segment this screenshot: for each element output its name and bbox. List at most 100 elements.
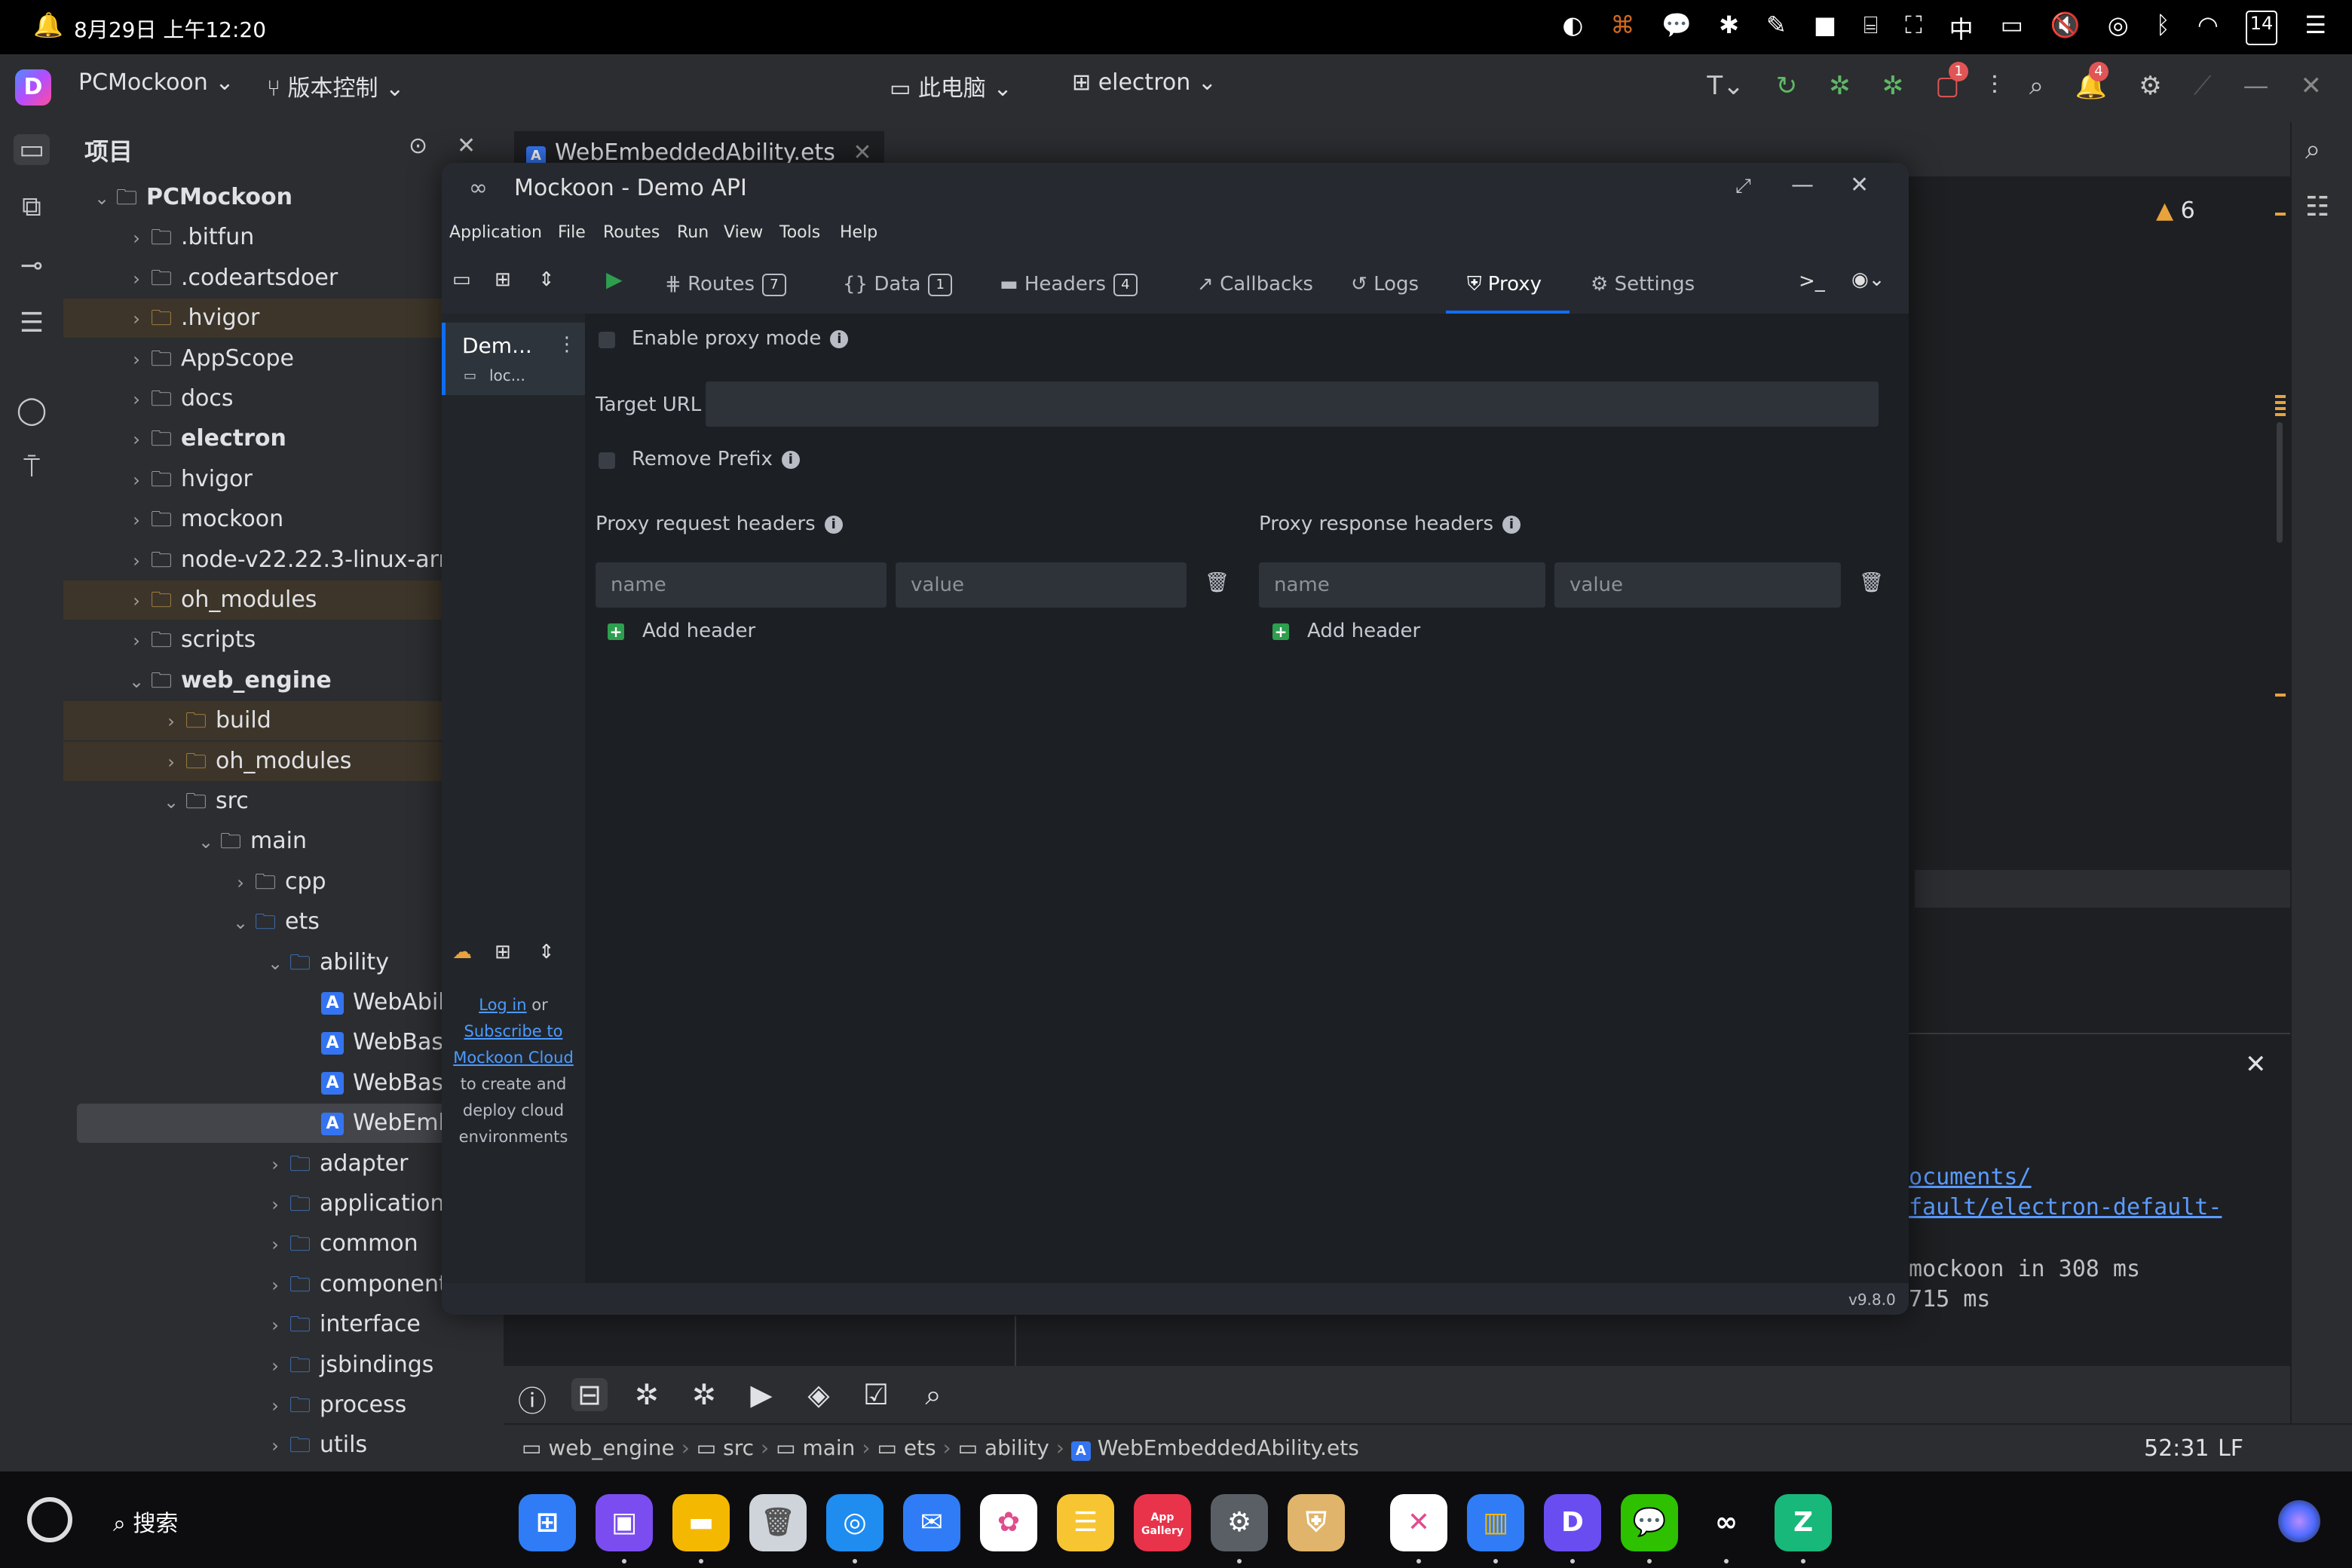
chevron-right-icon[interactable]: › <box>125 259 148 298</box>
nfc-icon[interactable]: ◎ <box>2108 11 2129 45</box>
add-request-header-button[interactable]: + Add header <box>608 620 755 642</box>
deveco-app-icon[interactable]: D <box>1544 1494 1601 1563</box>
settings-app-icon[interactable]: ⚙ <box>1211 1494 1268 1563</box>
breadcrumb-item[interactable]: main <box>802 1435 855 1460</box>
chevron-right-icon[interactable]: › <box>264 1185 286 1223</box>
tree-file-item[interactable]: A WebEmb <box>77 1104 504 1144</box>
minimize-icon[interactable]: — <box>1791 172 1814 198</box>
problems-icon[interactable]: ⓘ <box>514 1378 550 1419</box>
tree-folder-item[interactable]: › 🗀 build <box>63 701 504 741</box>
wifi-icon[interactable]: ◠ <box>2197 11 2219 45</box>
search-icon[interactable]: ⌕ <box>2029 71 2044 101</box>
tree-folder-item[interactable]: ⌄ 🗀 src <box>63 782 504 821</box>
ai-assistant-icon[interactable]: ◯ <box>14 395 50 426</box>
design-app-icon[interactable]: ✕ <box>1390 1494 1447 1563</box>
run-config-selector[interactable]: ⊞ electron ⌄ <box>1072 69 1217 96</box>
tree-folder-item[interactable]: › 🗀 electron <box>63 419 504 458</box>
info-icon[interactable]: i <box>781 450 800 469</box>
chevron-right-icon[interactable]: › <box>125 340 148 378</box>
terminal-prompt-icon[interactable]: >_ <box>1799 270 1825 292</box>
archive-app-icon[interactable]: ▥ <box>1467 1494 1524 1563</box>
profiler-icon[interactable]: ✲ <box>686 1378 722 1411</box>
app-gallery-icon[interactable]: App Gallery <box>1134 1494 1191 1551</box>
control-center-icon[interactable]: ☰ <box>2305 11 2326 45</box>
code-linter-icon[interactable]: ⍑ <box>14 452 50 484</box>
tree-folder-item[interactable]: ⌄ 🗀 web_engine <box>63 661 504 700</box>
chevron-down-icon[interactable]: ⌄ <box>229 903 252 942</box>
maximize-icon[interactable]: ⤢ <box>1735 175 1751 198</box>
project-selector[interactable]: PCMockoon ⌄ <box>78 69 234 96</box>
chevron-right-icon[interactable]: › <box>125 581 148 620</box>
subscribe-link[interactable]: Subscribe to Mockoon Cloud <box>453 1022 574 1067</box>
device-selector[interactable]: ▭ 此电脑 ⌄ <box>890 69 1012 103</box>
multitask-app-icon[interactable]: ▣ <box>596 1494 653 1563</box>
chevron-right-icon[interactable]: › <box>229 863 252 902</box>
tree-folder-item[interactable]: › 🗀 hvigor <box>63 460 504 499</box>
start-server-icon[interactable]: ▶ <box>606 267 623 292</box>
mute-icon[interactable]: 🔇 <box>2050 11 2081 45</box>
tree-folder-item[interactable]: › 🗀 oh_modules <box>63 741 504 781</box>
stop-icon[interactable]: ▢ 1 <box>1935 62 1969 101</box>
terminal-panel[interactable]: ✕ ocuments/ fault/electron-default- mock… <box>1907 1033 2290 1367</box>
chevron-right-icon[interactable]: › <box>125 380 148 418</box>
line-separator[interactable]: LF <box>2218 1435 2243 1462</box>
tree-folder-item[interactable]: › 🗀 AppScope <box>63 339 504 378</box>
tab-routes[interactable]: ⋕ Routes 7 <box>665 265 786 303</box>
terminal-icon[interactable]: ⊟ <box>571 1378 608 1411</box>
minimize-icon[interactable]: — <box>2243 71 2269 101</box>
menu-view[interactable]: View <box>724 223 763 242</box>
menu-run[interactable]: Run <box>677 223 709 242</box>
code-analysis-icon[interactable]: ⌕ <box>915 1378 951 1412</box>
enable-proxy-checkbox[interactable] <box>599 332 615 348</box>
input-method-icon[interactable]: 中 <box>1949 11 1974 45</box>
tree-folder-item[interactable]: › 🗀 adapter <box>63 1144 504 1184</box>
search-structure-icon[interactable]: ☰ <box>14 308 50 338</box>
debug-panel-icon[interactable]: ✲ <box>629 1378 665 1411</box>
wechat-app-icon[interactable]: 💬 <box>1621 1494 1678 1563</box>
collapse-icon[interactable]: ⇕ <box>538 941 555 963</box>
environment-menu-icon[interactable]: ⋮ <box>557 333 577 356</box>
start-button[interactable] <box>27 1497 72 1542</box>
tree-folder-item[interactable]: ⌄ 🗀 PCMockoon <box>63 178 504 217</box>
menu-tools[interactable]: Tools <box>779 223 820 242</box>
chevron-down-icon[interactable]: ⌄ <box>125 662 148 700</box>
gift-tray-icon[interactable]: ⌸ <box>1864 11 1878 45</box>
warning-indicator[interactable]: ▲ 6 <box>2156 198 2195 224</box>
add-environment-icon[interactable]: ⊞ <box>495 268 511 291</box>
tab-headers[interactable]: ▬ Headers 4 <box>1000 265 1138 303</box>
menu-application[interactable]: Application <box>449 223 542 242</box>
tree-file-item[interactable]: A WebBas <box>63 1023 504 1062</box>
tray-icon[interactable]: ⌘ <box>1610 11 1634 45</box>
collapse-icon[interactable]: ⇕ <box>538 268 555 291</box>
text-tool-icon[interactable]: T⌄ <box>1707 71 1744 101</box>
tree-folder-item[interactable]: ⌄ 🗀 ability <box>63 943 504 982</box>
files-app-icon[interactable]: ▬ <box>672 1494 730 1563</box>
commit-icon[interactable]: ⊸ <box>14 250 50 281</box>
breadcrumb-item[interactable]: WebEmbeddedAbility.ets <box>1098 1435 1359 1460</box>
wechat-tray-icon[interactable]: 💬 <box>1661 11 1692 45</box>
taskbar-search[interactable]: ⌕ 搜索 <box>113 1505 178 1538</box>
security-app-icon[interactable]: ⛨ <box>1288 1494 1345 1551</box>
recycle-bin-icon[interactable]: 🗑 <box>749 1494 807 1551</box>
tree-folder-item[interactable]: › 🗀 .codeartsdoer <box>63 259 504 298</box>
bluetooth-icon[interactable]: ᛒ <box>2156 11 2170 45</box>
close-window-icon[interactable]: ✕ <box>1850 172 1869 198</box>
login-link[interactable]: Log in <box>479 996 526 1014</box>
breadcrumb-item[interactable]: ets <box>904 1435 936 1460</box>
tree-folder-item[interactable]: ⌄ 🗀 main <box>63 822 504 861</box>
request-header-name-input[interactable]: name <box>596 562 887 608</box>
debug-icon[interactable]: ✲ <box>1829 71 1851 101</box>
response-header-value-input[interactable]: value <box>1554 562 1841 608</box>
breadcrumb-item[interactable]: web_engine <box>548 1435 674 1460</box>
target-url-input[interactable] <box>706 381 1879 427</box>
account-icon[interactable]: ◉⌄ <box>1851 268 1885 291</box>
environment-item[interactable]: Dem... ⋮ ▭ loc... <box>442 323 589 395</box>
assistant-orb-icon[interactable] <box>2278 1500 2320 1542</box>
project-folder-icon[interactable]: ▭ <box>14 134 50 165</box>
chevron-down-icon[interactable]: ⌄ <box>90 179 113 217</box>
tree-folder-item[interactable]: › 🗀 component <box>63 1265 504 1304</box>
chevron-right-icon[interactable]: › <box>160 702 182 740</box>
tree-folder-item[interactable]: › 🗀 application <box>63 1184 504 1223</box>
tree-folder-item[interactable]: › 🗀 .bitfun <box>63 218 504 257</box>
cloud-off-icon[interactable]: ☁ <box>452 941 472 963</box>
